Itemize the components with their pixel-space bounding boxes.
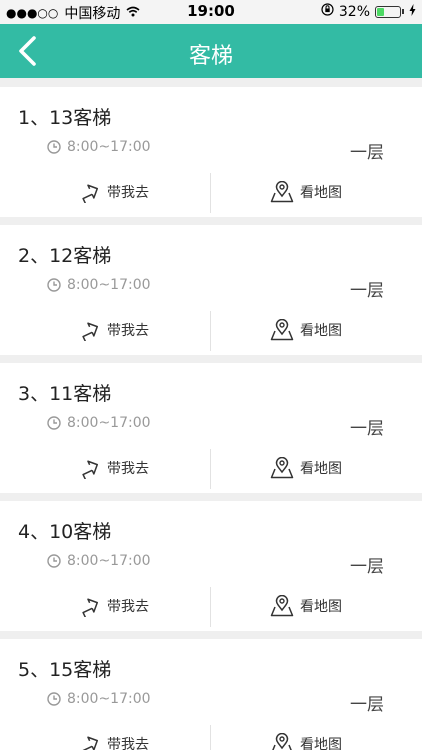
item-actions: 带我去 看地图 [0, 587, 422, 627]
map-pin-icon [270, 595, 294, 617]
clock-icon [47, 416, 61, 430]
battery-percentage: 32% [338, 3, 370, 20]
view-map-button[interactable]: 看地图 [270, 729, 342, 750]
take-me-there-button[interactable]: 带我去 [79, 591, 149, 621]
view-map-label: 看地图 [300, 185, 342, 201]
take-me-there-button[interactable]: 带我去 [79, 315, 149, 345]
opening-hours: 8:00~17:00 [47, 277, 151, 293]
list-item: 3、11客梯 8:00~17:00 一层 带我去 看地图 [0, 363, 422, 493]
elevator-name: 3、11客梯 [18, 383, 112, 405]
view-map-label: 看地图 [300, 323, 342, 339]
floor-label: 一层 [350, 281, 384, 301]
view-map-button[interactable]: 看地图 [270, 177, 342, 207]
status-bar: ●●●○○ 中国移动 19:00 32% [0, 0, 422, 24]
battery-icon [375, 5, 401, 18]
take-me-there-label: 带我去 [107, 323, 149, 339]
clock-icon [47, 140, 61, 154]
list-item: 2、12客梯 8:00~17:00 一层 带我去 看地图 [0, 225, 422, 355]
action-divider [210, 173, 211, 213]
floor-label: 一层 [350, 557, 384, 577]
battery-tip [402, 9, 404, 14]
floor-label: 一层 [350, 143, 384, 163]
navigate-arrow-icon [82, 322, 99, 341]
view-map-label: 看地图 [300, 461, 342, 477]
view-map-button[interactable]: 看地图 [270, 453, 342, 483]
action-divider [210, 587, 211, 627]
action-divider [210, 449, 211, 489]
take-me-there-button[interactable]: 带我去 [79, 177, 149, 207]
hours-text: 8:00~17:00 [67, 553, 151, 569]
map-pin-icon [270, 181, 294, 203]
item-actions: 带我去 看地图 [0, 173, 422, 213]
elevator-name: 2、12客梯 [18, 245, 112, 267]
map-pin-icon [270, 319, 294, 341]
nav-bar: 客梯 [0, 24, 422, 78]
opening-hours: 8:00~17:00 [47, 415, 151, 431]
elevator-list: 1、13客梯 8:00~17:00 一层 带我去 看地图 2、12客梯 8:00… [0, 87, 422, 750]
item-actions: 带我去 看地图 [0, 449, 422, 489]
hours-text: 8:00~17:00 [67, 139, 151, 155]
list-item: 5、15客梯 8:00~17:00 一层 带我去 看地图 [0, 639, 422, 750]
item-actions: 带我去 看地图 [0, 311, 422, 351]
navigate-arrow-icon [82, 598, 99, 617]
take-me-there-label: 带我去 [107, 461, 149, 477]
clock-icon [47, 278, 61, 292]
elevator-name: 5、15客梯 [18, 659, 112, 681]
take-me-there-label: 带我去 [107, 185, 149, 201]
clock-icon [47, 692, 61, 706]
page-title: 客梯 [188, 44, 233, 69]
charging-icon [409, 3, 416, 20]
elevator-name: 1、13客梯 [18, 107, 112, 129]
hours-text: 8:00~17:00 [67, 415, 151, 431]
view-map-button[interactable]: 看地图 [270, 591, 342, 621]
opening-hours: 8:00~17:00 [47, 691, 151, 707]
opening-hours: 8:00~17:00 [47, 139, 151, 155]
view-map-button[interactable]: 看地图 [270, 315, 342, 345]
map-pin-icon [272, 733, 292, 750]
opening-hours: 8:00~17:00 [47, 553, 151, 569]
action-divider [210, 311, 211, 351]
navigate-arrow-icon [82, 460, 99, 479]
navigate-arrow-icon [82, 736, 99, 750]
list-item: 1、13客梯 8:00~17:00 一层 带我去 看地图 [0, 87, 422, 217]
view-map-label: 看地图 [300, 737, 342, 750]
hours-text: 8:00~17:00 [67, 691, 151, 707]
hours-text: 8:00~17:00 [67, 277, 151, 293]
elevator-name: 4、10客梯 [18, 521, 112, 543]
floor-label: 一层 [350, 695, 384, 715]
list-item: 4、10客梯 8:00~17:00 一层 带我去 看地图 [0, 501, 422, 631]
item-actions: 带我去 看地图 [0, 725, 422, 750]
navigate-arrow-icon [82, 184, 99, 203]
action-divider [210, 725, 211, 750]
clock-icon [47, 554, 61, 568]
status-right: 32% [321, 3, 416, 20]
take-me-there-button[interactable]: 带我去 [79, 453, 149, 483]
take-me-there-button[interactable]: 带我去 [79, 729, 149, 750]
map-pin-icon [270, 457, 294, 479]
rotation-lock-icon [321, 3, 334, 20]
view-map-label: 看地图 [300, 599, 342, 615]
take-me-there-label: 带我去 [107, 737, 149, 750]
floor-label: 一层 [350, 419, 384, 439]
take-me-there-label: 带我去 [107, 599, 149, 615]
